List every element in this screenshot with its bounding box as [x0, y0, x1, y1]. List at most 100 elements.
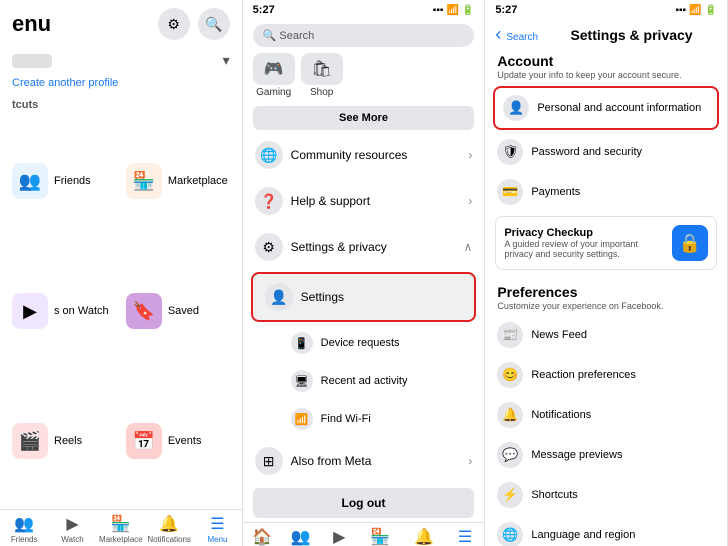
message-previews-label: Message previews: [531, 449, 622, 461]
password-security-row[interactable]: 🛡 Password and security: [485, 132, 727, 172]
settings-row[interactable]: 👤 Settings: [253, 274, 475, 320]
settings-privacy-left: ⚙ Settings & privacy: [255, 233, 387, 261]
shortcut-grid: 👥 Friends 🏪 Marketplace ▶ s on Watch 🔖 S…: [0, 113, 242, 509]
language-region-row[interactable]: 🌐 Language and region: [485, 515, 727, 546]
menu-header: enu ⚙ 🔍: [0, 0, 242, 46]
panel-settings-privacy: 5:27 ▪▪▪ 📶 🔋 ‹ Search Settings & privacy…: [485, 0, 728, 546]
meta-chevron: ›: [468, 454, 472, 468]
search-row: 🔍 Search: [243, 18, 485, 53]
shortcut-saved[interactable]: 🔖 Saved: [122, 247, 234, 375]
see-more-label: See More: [339, 112, 388, 124]
device-requests-label: Device requests: [321, 337, 400, 349]
search-box[interactable]: 🔍 Search: [253, 24, 475, 47]
recent-ad-icon: 🖥: [291, 370, 313, 392]
personal-info-label: Personal and account information: [537, 102, 701, 114]
time-p2: 5:27: [253, 4, 275, 16]
profile-avatar: [12, 54, 52, 68]
payments-row[interactable]: 💳 Payments: [485, 172, 727, 212]
settings-privacy-row[interactable]: ⚙ Settings & privacy ∧: [243, 224, 485, 270]
also-from-meta-row[interactable]: ⊞ Also from Meta ›: [243, 438, 485, 484]
checkup-title: Privacy Checkup: [504, 227, 664, 239]
recent-ad-label: Recent ad activity: [321, 375, 408, 387]
message-previews-row[interactable]: 💬 Message previews: [485, 435, 727, 475]
settings-icon: 👤: [265, 283, 293, 311]
nav-watch[interactable]: ▶ Watch: [48, 514, 96, 544]
nav-watch-icon: ▶: [66, 514, 78, 534]
account-subtext: Update your info to keep your account se…: [485, 69, 727, 84]
settings-privacy-label: Settings & privacy: [291, 240, 387, 254]
news-feed-row[interactable]: 📰 News Feed: [485, 315, 727, 355]
nav2-notifications[interactable]: 🔔 Notifications: [402, 527, 446, 546]
device-requests-row[interactable]: 📱 Device requests: [243, 324, 485, 362]
community-resources-row[interactable]: 🌐 Community resources ›: [243, 132, 485, 178]
shortcut-reels[interactable]: 🎬 Reels: [8, 377, 120, 505]
nav-menu[interactable]: ☰ Menu: [193, 514, 241, 544]
language-label: Language and region: [531, 529, 635, 541]
shortcuts-row[interactable]: ⚡ Shortcuts: [485, 475, 727, 515]
battery-icon: 🔋: [462, 5, 474, 16]
shortcut-friends[interactable]: 👥 Friends: [8, 117, 120, 245]
nav2-menu[interactable]: ☰ Menu: [446, 527, 485, 546]
community-left: 🌐 Community resources: [255, 141, 408, 169]
nav-friends-label: Friends: [11, 535, 38, 544]
back-button[interactable]: ‹ Search: [495, 24, 538, 45]
password-security-icon: 🛡: [497, 139, 523, 165]
nav-friends[interactable]: 👥 Friends: [0, 514, 48, 544]
personal-info-row[interactable]: 👤 Personal and account information: [495, 88, 717, 128]
log-out-button[interactable]: Log out: [253, 488, 475, 518]
wifi-icon-p3: 📶: [689, 5, 701, 16]
create-profile-link[interactable]: Create another profile: [0, 75, 242, 95]
search-icon-btn[interactable]: 🔍: [198, 8, 230, 40]
shop-label: Shop: [310, 87, 333, 98]
privacy-checkup-card[interactable]: Privacy Checkup A guided review of your …: [495, 216, 717, 270]
preferences-heading: Preferences: [485, 278, 727, 300]
tab-gaming[interactable]: 🎮 Gaming: [253, 53, 295, 98]
recent-ad-activity-row[interactable]: 🖥 Recent ad activity: [243, 362, 485, 400]
friends-icon: 👥: [12, 163, 48, 199]
shortcut-watch[interactable]: ▶ s on Watch: [8, 247, 120, 375]
device-requests-icon: 📱: [291, 332, 313, 354]
signal-icon: ▪▪▪: [433, 5, 444, 16]
message-previews-icon: 💬: [497, 442, 523, 468]
settings-icon-btn[interactable]: ⚙: [158, 8, 190, 40]
saved-label: Saved: [168, 305, 199, 317]
watch-icon: ▶: [12, 293, 48, 329]
settings-label: Settings: [301, 290, 344, 304]
nav2-watch[interactable]: ▶ Watch: [320, 527, 359, 546]
nav-watch-label: Watch: [61, 535, 83, 544]
shortcut-events[interactable]: 📅 Events: [122, 377, 234, 505]
payments-icon: 💳: [497, 179, 523, 205]
nav2-marketplace[interactable]: 🏪 Marketplace: [359, 527, 403, 546]
shop-icon: 🛍: [301, 53, 343, 85]
nav2-home-icon: 🏠: [252, 527, 272, 546]
friends-label: Friends: [54, 175, 91, 187]
notifications-row[interactable]: 🔔 Notifications: [485, 395, 727, 435]
signal-icon-p3: ▪▪▪: [675, 5, 686, 16]
find-wifi-row[interactable]: 📶 Find Wi-Fi: [243, 400, 485, 438]
tabs-row: 🎮 Gaming 🛍 Shop: [243, 53, 485, 104]
search-placeholder: 🔍 Search: [263, 30, 315, 42]
log-out-label: Log out: [342, 496, 386, 510]
news-feed-icon: 📰: [497, 322, 523, 348]
nav-marketplace[interactable]: 🏪 Marketplace: [97, 514, 145, 544]
password-security-label: Password and security: [531, 146, 642, 158]
reaction-pref-icon: 😊: [497, 362, 523, 388]
help-icon: ❓: [255, 187, 283, 215]
checkup-sub: A guided review of your important privac…: [504, 239, 664, 259]
nav-notifications[interactable]: 🔔 Notifications: [145, 514, 193, 544]
see-more-button[interactable]: See More: [253, 106, 475, 130]
nav-notifications-label: Notifications: [147, 535, 191, 544]
reaction-preferences-row[interactable]: 😊 Reaction preferences: [485, 355, 727, 395]
bottom-nav-panel1: 👥 Friends ▶ Watch 🏪 Marketplace 🔔 Notifi…: [0, 509, 242, 546]
bottom-nav-panel2: 🏠 Home 👥 Friends ▶ Watch 🏪 Marketplace 🔔…: [243, 522, 485, 546]
chevron-down-icon[interactable]: ▾: [223, 52, 230, 69]
menu-title: enu: [12, 11, 51, 37]
tab-shop[interactable]: 🛍 Shop: [301, 53, 343, 98]
nav2-friends[interactable]: 👥 Friends: [281, 527, 320, 546]
meta-label: Also from Meta: [291, 454, 372, 468]
meta-icon: ⊞: [255, 447, 283, 475]
nav2-home[interactable]: 🏠 Home: [243, 527, 282, 546]
help-support-row[interactable]: ❓ Help & support ›: [243, 178, 485, 224]
shortcut-marketplace[interactable]: 🏪 Marketplace: [122, 117, 234, 245]
preferences-subtext: Customize your experience on Facebook.: [485, 300, 727, 315]
